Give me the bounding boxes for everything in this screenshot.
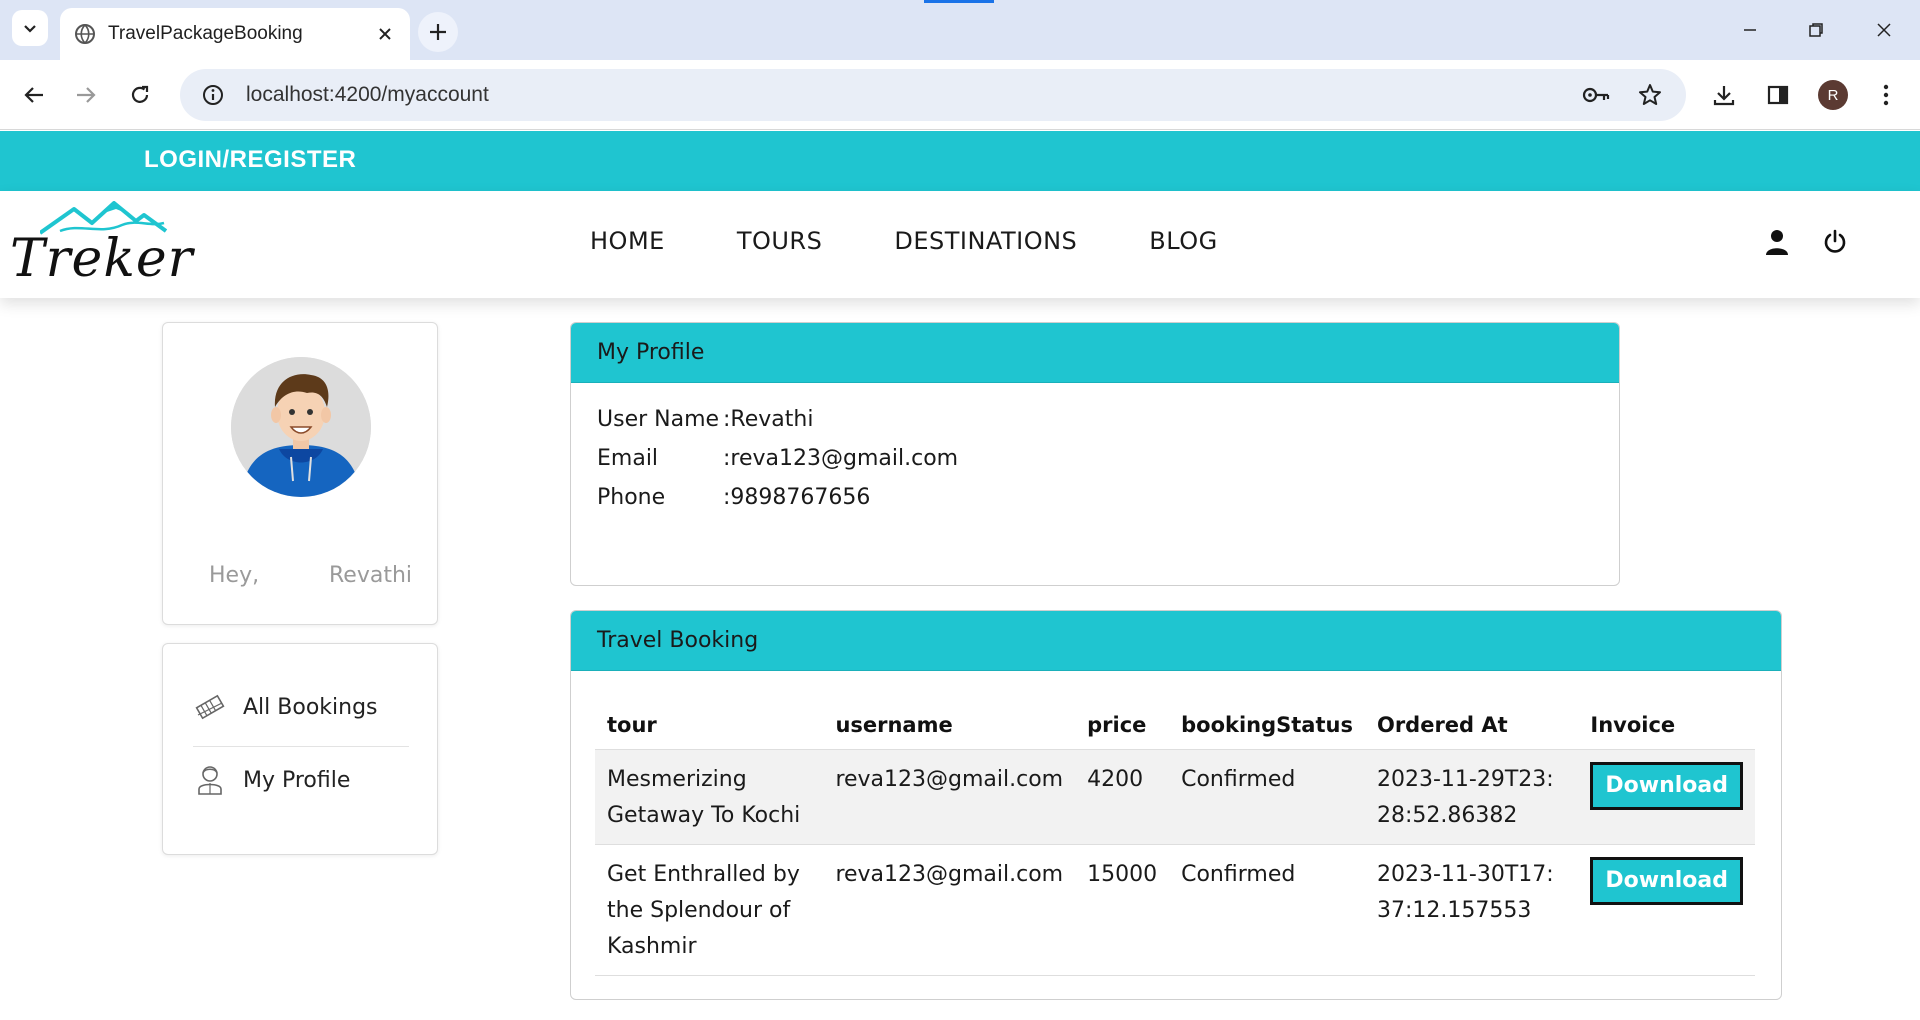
close-tab-icon[interactable] <box>374 23 396 45</box>
browser-menu-button[interactable] <box>1868 77 1904 113</box>
downloads-button[interactable] <box>1706 77 1742 113</box>
side-panel-icon <box>1767 85 1789 105</box>
avatar <box>231 357 371 497</box>
cell-tour: Get Enthralled by the Splendour of Kashm… <box>595 844 824 976</box>
profile-row-username: User Name :Revathi <box>597 407 813 432</box>
globe-icon <box>74 23 96 45</box>
bookings-table: tour username price bookingStatus Ordere… <box>595 703 1755 976</box>
plus-icon <box>430 24 446 40</box>
download-icon <box>1713 86 1735 106</box>
my-profile-panel: My Profile User Name :Revathi Email :rev… <box>570 322 1620 586</box>
field-label: User Name <box>597 407 720 432</box>
site-info-icon[interactable] <box>200 82 226 108</box>
table-row: Mesmerizing Getaway To Kochi reva123@gma… <box>595 749 1755 845</box>
main-nav: HOME TOURS DESTINATIONS BLOG <box>590 227 1218 255</box>
cell-status: Confirmed <box>1169 844 1365 976</box>
menu-item-all-bookings[interactable]: All Bookings <box>193 690 409 724</box>
restore-button[interactable] <box>1796 14 1836 46</box>
field-label: Phone <box>597 485 666 510</box>
reload-icon <box>131 85 149 103</box>
browser-tab[interactable]: TravelPackageBooking <box>60 8 410 60</box>
more-vertical-icon <box>1883 84 1889 106</box>
cell-invoice: Download <box>1578 844 1755 976</box>
browser-tabstrip: TravelPackageBooking <box>0 0 1920 60</box>
greeting-text: Hey, <box>209 563 260 588</box>
nav-home[interactable]: HOME <box>590 227 665 255</box>
close-window-button[interactable] <box>1864 14 1904 46</box>
profile-row-phone: Phone :9898767656 <box>597 485 870 510</box>
menu-item-my-profile[interactable]: My Profile <box>193 763 409 797</box>
account-menu-card: All Bookings My Profile <box>162 643 438 855</box>
arrow-right-icon <box>77 87 96 103</box>
travel-booking-panel: Travel Booking tour username price booki… <box>570 610 1782 1000</box>
cell-price: 15000 <box>1075 844 1170 976</box>
forward-button[interactable] <box>68 77 104 113</box>
panel-title: Travel Booking <box>571 611 1781 671</box>
cell-username: reva123@gmail.com <box>823 844 1076 976</box>
field-label: Email <box>597 446 659 471</box>
new-tab-button[interactable] <box>418 12 458 52</box>
user-profile-card: Hey, Revathi <box>162 322 438 625</box>
nav-tours[interactable]: TOURS <box>737 227 823 255</box>
url-text[interactable]: localhost:4200/myaccount <box>246 83 1578 107</box>
site-navbar: Treker HOME TOURS DESTINATIONS BLOG <box>0 191 1920 298</box>
field-value: :9898767656 <box>723 485 871 510</box>
minimize-icon <box>1744 29 1756 31</box>
browser-profile-avatar[interactable]: R <box>1818 80 1848 110</box>
arrow-left-icon <box>24 87 43 103</box>
field-value: :reva123@gmail.com <box>723 446 959 471</box>
cell-username: reva123@gmail.com <box>823 749 1076 845</box>
cell-tour: Mesmerizing Getaway To Kochi <box>595 749 824 845</box>
site-topbar: LOGIN/REGISTER <box>0 131 1920 191</box>
download-invoice-button[interactable]: Download <box>1590 762 1743 810</box>
column-header: tour <box>595 703 824 750</box>
address-bar[interactable]: localhost:4200/myaccount <box>180 69 1686 121</box>
tab-search-button[interactable] <box>12 10 48 46</box>
column-header: bookingStatus <box>1169 703 1365 750</box>
cell-ordered-at: 2023-11-30T17:37:12.157553 <box>1364 844 1579 976</box>
column-header: Ordered At <box>1364 703 1579 750</box>
table-header-row: tour username price bookingStatus Ordere… <box>595 703 1755 750</box>
panel-title: My Profile <box>571 323 1619 383</box>
download-invoice-button[interactable]: Download <box>1590 857 1743 905</box>
back-button[interactable] <box>16 77 52 113</box>
greeting-user-name: Revathi <box>329 563 413 588</box>
bookmark-star-icon[interactable] <box>1632 77 1668 113</box>
tab-strip-accent <box>924 0 994 3</box>
cell-status: Confirmed <box>1169 749 1365 845</box>
column-header: Invoice <box>1578 703 1755 750</box>
profile-row-email: Email :reva123@gmail.com <box>597 446 958 471</box>
browser-toolbar: localhost:4200/myaccount R <box>0 60 1920 130</box>
site-logo[interactable]: Treker <box>6 201 192 291</box>
logo-text: Treker <box>10 229 194 289</box>
menu-item-label: All Bookings <box>243 694 378 720</box>
login-register-link[interactable]: LOGIN/REGISTER <box>144 146 356 174</box>
menu-item-label: My Profile <box>243 767 351 793</box>
reload-button[interactable] <box>122 77 158 113</box>
minimize-button[interactable] <box>1730 14 1770 46</box>
menu-divider <box>193 746 409 747</box>
user-outline-icon <box>193 763 227 797</box>
password-key-icon[interactable] <box>1578 77 1614 113</box>
power-logout-icon[interactable] <box>1820 227 1850 257</box>
table-row: Get Enthralled by the Splendour of Kashm… <box>595 844 1755 976</box>
restore-icon <box>1809 23 1823 37</box>
cell-invoice: Download <box>1578 749 1755 845</box>
column-header: price <box>1075 703 1170 750</box>
tickets-icon <box>193 690 227 724</box>
user-account-icon[interactable] <box>1762 227 1792 257</box>
chevron-down-icon <box>24 25 36 33</box>
field-value: :Revathi <box>723 407 814 432</box>
side-panel-button[interactable] <box>1760 77 1796 113</box>
nav-blog[interactable]: BLOG <box>1149 227 1217 255</box>
avatar-illustration-icon <box>231 357 371 497</box>
cell-price: 4200 <box>1075 749 1170 845</box>
column-header: username <box>823 703 1076 750</box>
tab-title: TravelPackageBooking <box>108 23 303 44</box>
nav-destinations[interactable]: DESTINATIONS <box>894 227 1077 255</box>
close-icon <box>1877 23 1891 37</box>
cell-ordered-at: 2023-11-29T23:28:52.86382 <box>1364 749 1579 845</box>
